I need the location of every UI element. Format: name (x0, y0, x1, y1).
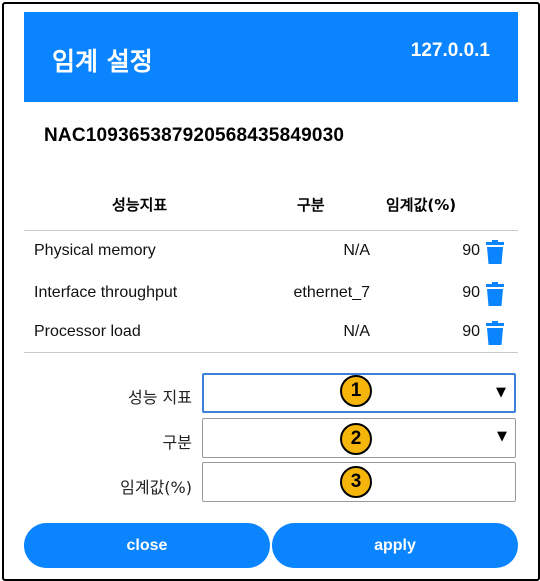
caret-down-icon: ▼ (497, 429, 507, 444)
row-threshold: 90 (462, 242, 480, 259)
row-threshold: 90 (462, 323, 480, 340)
threshold-field-label: 임계값(%) (120, 478, 192, 497)
device-id: NAC109365387920568435849030 (44, 125, 345, 146)
row-metric: Interface throughput (34, 284, 178, 301)
row-threshold: 90 (462, 284, 480, 301)
step-badge-1: 1 (340, 375, 372, 407)
column-header-type: 구분 (297, 196, 325, 214)
host-ip: 127.0.0.1 (410, 40, 490, 61)
table-row: Interface throughput ethernet_7 90 (24, 278, 518, 308)
trash-icon[interactable] (484, 321, 506, 345)
row-metric: Physical memory (34, 242, 156, 259)
step-badge-2: 2 (340, 423, 372, 455)
metric-field-label: 성능 지표 (128, 388, 192, 407)
apply-button[interactable]: apply (272, 523, 518, 568)
type-field-label: 구분 (162, 433, 192, 452)
table-header-divider (24, 230, 518, 231)
trash-icon[interactable] (484, 282, 506, 306)
trash-icon[interactable] (484, 240, 506, 264)
dialog-header: 임계 설정 127.0.0.1 (24, 12, 518, 102)
row-metric: Processor load (34, 323, 141, 340)
close-button[interactable]: close (24, 523, 270, 568)
caret-down-icon: ▼ (496, 385, 506, 400)
row-type: N/A (343, 242, 370, 259)
table-row: Physical memory N/A 90 (24, 236, 518, 266)
step-badge-3: 3 (340, 466, 372, 498)
column-header-threshold: 임계값(%) (386, 196, 457, 214)
row-type: ethernet_7 (293, 284, 370, 301)
table-footer-divider (24, 352, 518, 353)
column-header-metric: 성능지표 (112, 196, 168, 214)
table-row: Processor load N/A 90 (24, 317, 518, 347)
row-type: N/A (343, 323, 370, 340)
dialog-title: 임계 설정 (52, 47, 153, 76)
